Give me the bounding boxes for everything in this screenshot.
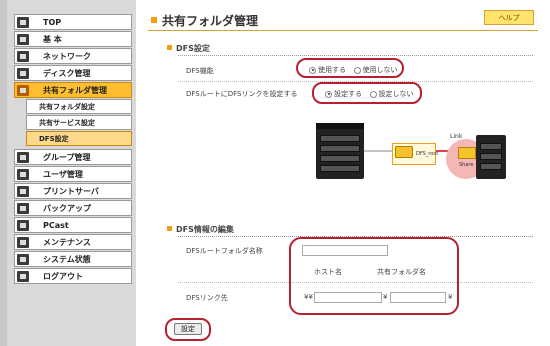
sidebar-subitem-shared-folder-settings[interactable]: 共有フォルダ設定 [26, 99, 132, 114]
sidebar-item-label: プリントサーバ [43, 186, 99, 196]
sidebar-item-label: PCast [43, 220, 69, 230]
printer-icon [17, 185, 29, 197]
sidebar-nav: TOP 基 本 ネットワーク ディスク管理 共有フォルダ管理 共有フォルダ設定 … [14, 14, 132, 285]
sidebar-subitem-label: 共有サービス設定 [39, 118, 95, 127]
remote-nas-icon [476, 135, 506, 179]
sidebar-item-label: ユーザ管理 [43, 169, 83, 179]
divider [178, 55, 533, 56]
dfs-function-label: DFS機能 [186, 67, 214, 75]
basic-icon [17, 33, 29, 45]
sidebar-item-label: 共有フォルダ管理 [43, 85, 107, 95]
nas-device-icon [316, 123, 364, 179]
folder-icon [395, 146, 413, 158]
sidebar-item-label: システム状態 [43, 254, 91, 264]
sidebar-item-label: ネットワーク [43, 51, 91, 61]
sidebar-item-basic[interactable]: 基 本 [14, 31, 132, 47]
dfs-link-target-label: DFSリンク先 [186, 294, 228, 302]
highlight-ring-save [165, 318, 211, 341]
pcast-icon [17, 219, 29, 231]
dfs-root-label: DFS_root [416, 151, 439, 157]
sidebar-item-user[interactable]: ユーザ管理 [14, 166, 132, 182]
sidebar-item-label: ログアウト [43, 271, 83, 281]
group-icon [17, 151, 29, 163]
sidebar-item-logout[interactable]: ログアウト [14, 268, 132, 284]
dfs-root-link-label: DFSルートにDFSリンクを設定する [186, 90, 298, 98]
highlight-ring-dfs-info [289, 237, 459, 315]
sidebar-item-group[interactable]: グループ管理 [14, 149, 132, 165]
dfs-info-heading-text: DFS情報の編集 [176, 225, 234, 234]
dfs-root-folder-label: DFSルートフォルダ名称 [186, 247, 263, 255]
sidebar-item-top[interactable]: TOP [14, 14, 132, 30]
system-status-icon [17, 253, 29, 265]
share-folder-icon [458, 147, 476, 159]
title-bar: 共有フォルダ管理 ヘルプ [148, 9, 538, 31]
sidebar-item-network[interactable]: ネットワーク [14, 48, 132, 64]
network-icon [17, 50, 29, 62]
dfs-diagram: DFS_root Link Share [316, 115, 530, 203]
sidebar-item-backup[interactable]: バックアップ [14, 200, 132, 216]
page-title: 共有フォルダ管理 [162, 14, 259, 28]
title-bullet-icon [151, 17, 157, 23]
sidebar-item-label: 基 本 [43, 34, 62, 44]
sidebar-subitem-label: DFS設定 [39, 134, 69, 143]
highlight-ring-dfs-function [296, 58, 404, 78]
sidebar-item-pcast[interactable]: PCast [14, 217, 132, 233]
sidebar-subitem-share-service-settings[interactable]: 共有サービス設定 [26, 115, 132, 130]
top-icon [17, 16, 29, 28]
disk-icon [17, 67, 29, 79]
sidebar-item-shared-folder[interactable]: 共有フォルダ管理 [14, 82, 132, 98]
sidebar-item-label: グループ管理 [43, 152, 91, 162]
sidebar-subitem-label: 共有フォルダ設定 [39, 102, 95, 111]
sidebar-item-label: ディスク管理 [43, 68, 91, 78]
help-button[interactable]: ヘルプ [484, 10, 534, 25]
maintenance-icon [17, 236, 29, 248]
sidebar-item-disk[interactable]: ディスク管理 [14, 65, 132, 81]
sidebar-item-label: TOP [43, 17, 62, 27]
user-icon [17, 168, 29, 180]
backup-icon [17, 202, 29, 214]
help-button-label: ヘルプ [498, 13, 520, 22]
sidebar-strip [0, 0, 7, 346]
dfs-settings-heading: DFS設定 [167, 43, 210, 54]
highlight-ring-dfs-root-link [312, 82, 422, 104]
sidebar-item-print-server[interactable]: プリントサーバ [14, 183, 132, 199]
sidebar: TOP 基 本 ネットワーク ディスク管理 共有フォルダ管理 共有フォルダ設定 … [0, 0, 136, 346]
dfs-info-heading: DFS情報の編集 [167, 224, 234, 235]
logout-icon [17, 270, 29, 282]
share-label: Share [459, 162, 474, 168]
sidebar-subitem-dfs-settings[interactable]: DFS設定 [26, 131, 132, 146]
sidebar-item-label: バックアップ [43, 203, 91, 213]
sidebar-item-system-status[interactable]: システム状態 [14, 251, 132, 267]
sidebar-item-label: メンテナンス [43, 237, 91, 247]
dfs-settings-heading-text: DFS設定 [176, 44, 210, 53]
shared-folder-icon [17, 84, 29, 96]
sidebar-item-maintenance[interactable]: メンテナンス [14, 234, 132, 250]
